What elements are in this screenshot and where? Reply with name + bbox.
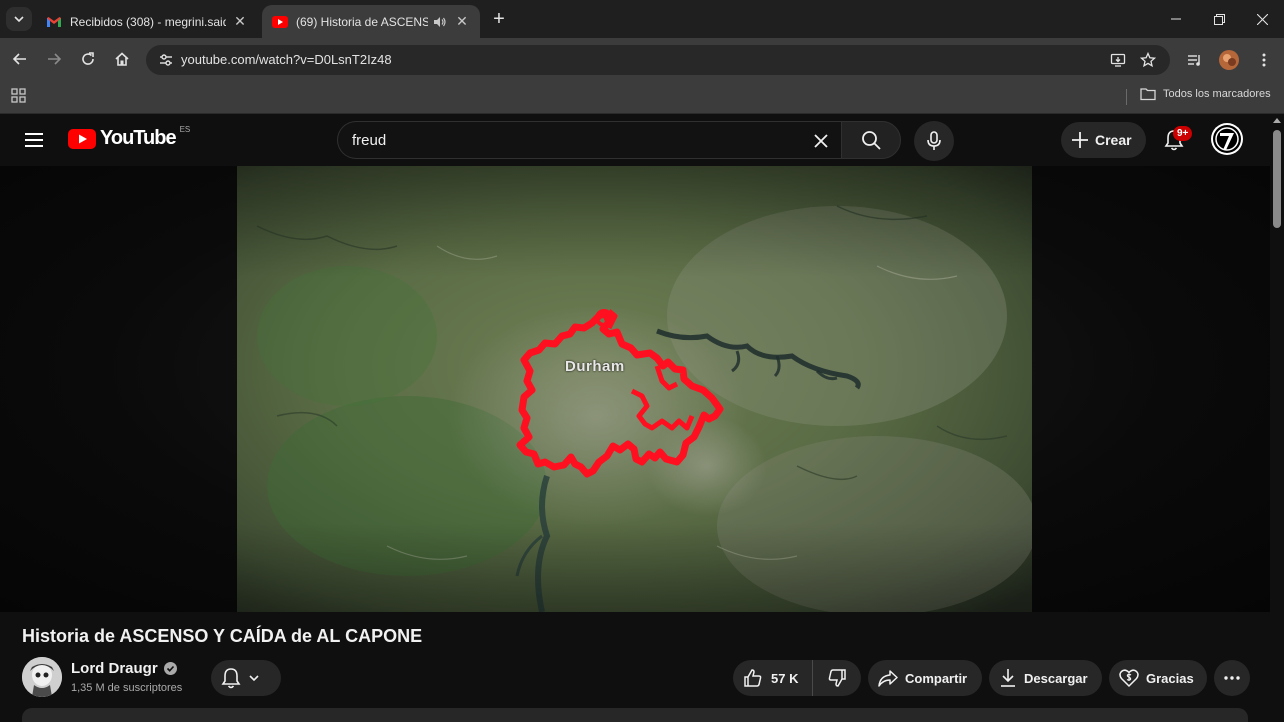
tab-gmail[interactable]: Recibidos (308) - megrini.said@ ✕ (36, 5, 258, 38)
site-info-icon[interactable] (154, 48, 178, 72)
thanks-button[interactable]: Gracias (1109, 660, 1207, 696)
apps-grid-icon[interactable] (10, 87, 28, 105)
plus-icon (1072, 132, 1088, 148)
hamburger-menu-icon[interactable] (22, 128, 46, 152)
scroll-up-icon[interactable] (1273, 118, 1281, 123)
arrow-right-icon (48, 53, 62, 65)
close-icon[interactable]: ✕ (454, 13, 470, 30)
search-input[interactable]: freud (337, 121, 841, 159)
minimize-icon (1171, 18, 1181, 20)
youtube-wordmark: YouTube (100, 127, 177, 149)
home-icon (115, 52, 129, 66)
video-frame[interactable] (237, 166, 1032, 612)
youtube-icon (272, 14, 288, 30)
restore-icon (1213, 13, 1225, 25)
all-bookmarks-button[interactable]: Todos los marcadores (1140, 87, 1271, 101)
all-bookmarks-label: Todos los marcadores (1163, 88, 1271, 100)
notification-badge: 9+ (1173, 126, 1193, 141)
chevron-down-icon (249, 675, 259, 682)
restore-button[interactable] (1197, 0, 1241, 38)
youtube-header: YouTube ES freud Crear 9+ (0, 114, 1270, 166)
bell-icon (221, 668, 241, 689)
clear-search-icon[interactable] (809, 129, 833, 153)
video-title: Historia de ASCENSO Y CAÍDA de AL CAPONE (22, 626, 423, 646)
arrow-left-icon (12, 53, 26, 65)
account-logo-icon (1213, 125, 1241, 153)
download-icon (1001, 669, 1015, 687)
home-button[interactable] (110, 47, 134, 71)
speaker-icon[interactable] (432, 14, 448, 30)
tab-title: (69) Historia de ASCENSO Y (296, 14, 428, 29)
subscriber-count: 1,35 M de suscriptores (71, 682, 183, 694)
url-text: youtube.com/watch?v=D0LsnT2Iz48 (181, 52, 392, 67)
channel-name[interactable]: Lord Draugr (71, 660, 177, 677)
chevron-down-icon (14, 16, 24, 23)
satellite-map-image (237, 166, 1032, 612)
reading-list-icon[interactable] (1183, 48, 1207, 72)
youtube-play-icon (68, 128, 96, 149)
country-code: ES (179, 125, 191, 134)
kebab-menu-icon[interactable] (1252, 48, 1276, 72)
gmail-icon (46, 14, 62, 30)
search-query: freud (352, 132, 387, 149)
close-icon (1256, 13, 1268, 25)
subscription-bell-button[interactable] (211, 660, 281, 696)
page-scrollbar[interactable] (1270, 114, 1284, 720)
thumbs-up-icon (744, 669, 762, 687)
minimize-button[interactable] (1154, 0, 1198, 38)
search-button[interactable] (841, 121, 901, 159)
star-icon[interactable] (1138, 50, 1158, 70)
forward-button[interactable] (42, 47, 66, 71)
share-button[interactable]: Compartir (868, 660, 982, 696)
tab-title: Recibidos (308) - megrini.said@ (70, 14, 226, 29)
more-actions-button[interactable] (1214, 660, 1250, 696)
address-bar[interactable]: youtube.com/watch?v=D0LsnT2Iz48 (146, 45, 1170, 75)
like-dislike-group: 57 K (733, 660, 861, 696)
new-tab-button[interactable]: + (488, 8, 510, 30)
thumbs-down-icon (828, 669, 846, 687)
like-button[interactable]: 57 K (733, 660, 813, 696)
close-window-button[interactable] (1240, 0, 1284, 38)
create-button[interactable]: Crear (1061, 122, 1146, 158)
folder-icon (1140, 88, 1156, 101)
tab-strip: Recibidos (308) - megrini.said@ ✕ (69) H… (0, 0, 1284, 38)
youtube-logo[interactable]: YouTube ES (68, 125, 191, 150)
like-count: 57 K (771, 670, 799, 686)
heart-dollar-icon (1119, 669, 1139, 688)
map-label: Durham (565, 358, 625, 375)
tab-youtube[interactable]: (69) Historia de ASCENSO Y ✕ (262, 5, 480, 38)
download-button[interactable]: Descargar (989, 660, 1102, 696)
account-avatar[interactable] (1211, 123, 1243, 155)
share-label: Compartir (905, 670, 968, 686)
bookmarks-bar: Todos los marcadores (0, 80, 1284, 114)
close-icon[interactable]: ✕ (232, 13, 248, 30)
install-app-icon[interactable] (1108, 50, 1128, 70)
channel-logo-icon (22, 657, 62, 697)
reload-button[interactable] (76, 47, 100, 71)
thanks-label: Gracias (1146, 670, 1194, 686)
dislike-button[interactable] (813, 660, 861, 696)
scroll-thumb[interactable] (1273, 130, 1281, 228)
tab-search-button[interactable] (6, 7, 32, 31)
download-label: Descargar (1024, 670, 1088, 686)
search-icon (862, 131, 881, 150)
video-player[interactable]: Durham (0, 166, 1270, 612)
reload-icon (82, 52, 94, 65)
microphone-icon (927, 131, 941, 150)
back-button[interactable] (8, 47, 32, 71)
create-label: Crear (1095, 132, 1132, 148)
more-horizontal-icon (1224, 676, 1240, 680)
channel-avatar[interactable] (22, 657, 62, 697)
divider (1126, 89, 1127, 105)
channel-name-text: Lord Draugr (71, 660, 158, 677)
verified-icon (163, 662, 177, 675)
share-icon (878, 670, 898, 687)
profile-avatar[interactable] (1217, 48, 1241, 72)
voice-search-button[interactable] (914, 121, 954, 161)
